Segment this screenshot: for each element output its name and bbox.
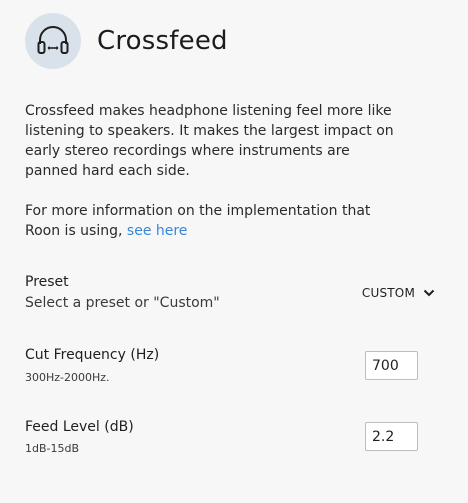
more-info-paragraph: For more information on the implementati… — [25, 201, 405, 241]
cut-frequency-range: 300Hz-2000Hz. — [25, 371, 110, 384]
preset-label: Preset — [25, 274, 69, 290]
feed-level-input[interactable] — [365, 422, 418, 451]
feed-level-label: Feed Level (dB) — [25, 419, 134, 435]
cut-frequency-input[interactable] — [365, 351, 418, 380]
see-here-link[interactable]: see here — [127, 223, 188, 239]
page-title: Crossfeed — [97, 26, 228, 56]
cut-frequency-label: Cut Frequency (Hz) — [25, 347, 160, 363]
more-info-text: For more information on the implementati… — [25, 203, 371, 239]
preset-dropdown[interactable]: CUSTOM — [362, 286, 435, 300]
page-header: Crossfeed — [25, 13, 228, 69]
preset-selected-value: CUSTOM — [361, 286, 415, 300]
preset-hint: Select a preset or "Custom" — [25, 295, 220, 311]
chevron-down-icon — [423, 289, 435, 297]
description-paragraph: Crossfeed makes headphone listening feel… — [25, 103, 394, 179]
feed-level-range: 1dB-15dB — [25, 442, 80, 455]
headphones-crossfeed-icon — [25, 13, 81, 69]
